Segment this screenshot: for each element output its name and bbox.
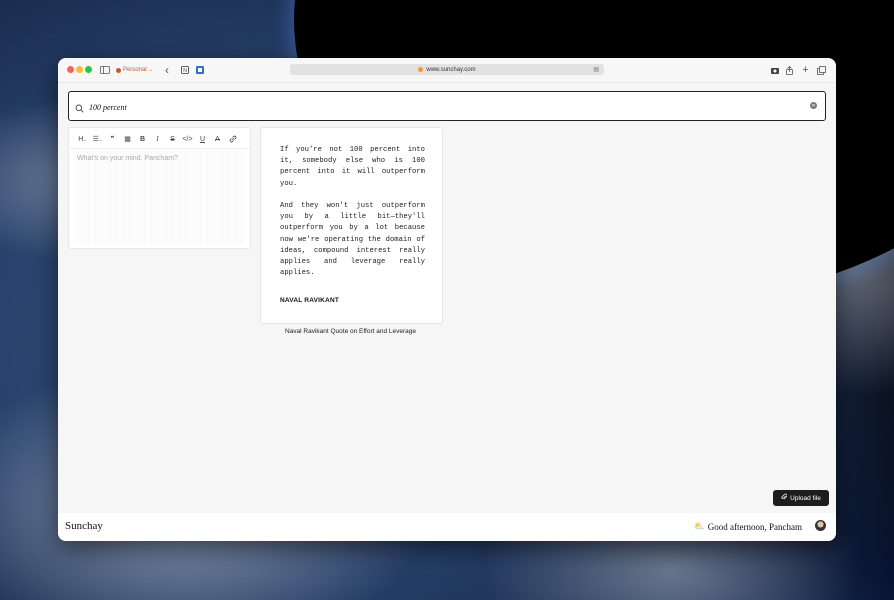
search-bar: ✕ — [68, 91, 826, 121]
close-window-button[interactable] — [67, 66, 74, 73]
clear-search-icon[interactable]: ✕ — [810, 102, 817, 109]
brand-logo-text[interactable]: Sunchay — [65, 520, 103, 532]
minimize-window-button[interactable] — [76, 66, 83, 73]
bold-button[interactable]: B — [135, 133, 150, 145]
greeting: ⛅ Good afternoon, Pancham — [694, 521, 802, 532]
share-icon[interactable] — [785, 63, 794, 77]
paperclip-icon — [781, 493, 788, 503]
highlight-button[interactable]: A — [210, 133, 225, 145]
avatar[interactable] — [815, 520, 826, 531]
svg-text:N: N — [183, 68, 187, 74]
browser-window: Personal ⌄ ‹ N www.sunchay.com ▤ + 100 p… — [58, 58, 836, 541]
app-footer: Sunchay ⛅ Good afternoon, Pancham — [58, 513, 836, 541]
quote-paragraph-2: And they won't just outperform you by a … — [280, 202, 430, 278]
quote-author: NAVAL RAVIKANT — [280, 297, 340, 304]
upload-file-button[interactable]: Upload file — [773, 490, 829, 506]
new-tab-plus-icon[interactable]: + — [801, 63, 810, 77]
quote-block-icon[interactable]: ❞ — [105, 133, 120, 145]
quote-card[interactable]: If you're not 100 percent into it, someb… — [260, 127, 443, 324]
italic-button[interactable]: I — [150, 133, 165, 145]
strikethrough-button[interactable]: S — [165, 133, 180, 145]
greeting-text: Good afternoon, Pancham — [707, 521, 802, 532]
note-editor: H ⌄ ☰ ⌄ ❞ ▦ B I S </> U A What's on your m… — [68, 127, 251, 249]
code-button[interactable]: </> — [180, 133, 195, 145]
desktop-background: Personal ⌄ ‹ N www.sunchay.com ▤ + 100 p… — [0, 0, 894, 600]
tab-overview-icon[interactable] — [817, 63, 826, 77]
search-input[interactable] — [87, 98, 791, 116]
extension-icon[interactable] — [195, 63, 204, 77]
editor-toolbar: H ⌄ ☰ ⌄ ❞ ▦ B I S </> U A — [75, 133, 240, 145]
table-icon[interactable]: ▦ — [120, 133, 135, 145]
chevron-down-icon: ⌄ — [148, 67, 153, 73]
profile-label: Personal — [123, 67, 147, 73]
back-arrow-icon[interactable]: ‹ — [162, 63, 172, 77]
reader-mode-icon[interactable]: ▤ — [593, 66, 599, 73]
url-text: www.sunchay.com — [426, 66, 476, 73]
underline-button[interactable]: U — [195, 133, 210, 145]
sidebar-toggle-icon[interactable] — [100, 63, 110, 77]
link-icon[interactable] — [225, 133, 240, 145]
camera-extension-icon[interactable] — [770, 63, 779, 77]
quote-caption: Naval Ravikant Quote on Effort and Lever… — [284, 328, 417, 335]
toolbar-divider — [69, 148, 250, 149]
heading-button[interactable]: H ⌄ — [75, 133, 90, 145]
quote-paragraph-1: If you're not 100 percent into it, someb… — [280, 146, 430, 188]
search-icon — [75, 100, 87, 113]
upload-file-label: Upload file — [790, 494, 821, 502]
editor-textarea[interactable] — [75, 150, 243, 244]
browser-toolbar: Personal ⌄ ‹ N www.sunchay.com ▤ + — [58, 58, 836, 83]
bullet-list-button[interactable]: ☰ ⌄ — [90, 133, 105, 145]
editor-placeholder: What's on your mind, Pancham? — [77, 155, 178, 162]
address-bar[interactable]: www.sunchay.com ▤ — [290, 64, 604, 75]
maximize-window-button[interactable] — [85, 66, 92, 73]
profile-switcher[interactable]: Personal ⌄ — [116, 64, 153, 76]
notion-extension-icon[interactable]: N — [180, 63, 189, 77]
sun-cloud-icon: ⛅ — [693, 521, 705, 531]
person-icon — [116, 67, 121, 73]
site-favicon-icon — [418, 67, 424, 72]
